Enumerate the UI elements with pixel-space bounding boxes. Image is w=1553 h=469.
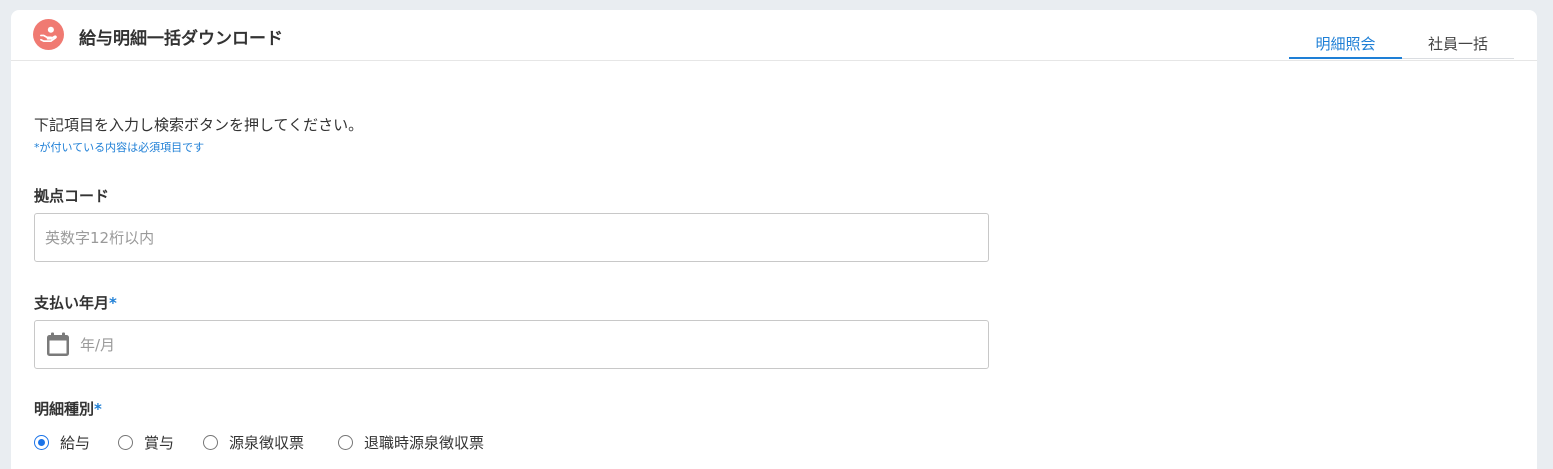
- radio-button[interactable]: [34, 434, 49, 450]
- radio-button[interactable]: [338, 434, 353, 450]
- pay-month-field[interactable]: [34, 320, 989, 369]
- required-mark: *: [94, 400, 102, 418]
- radio-button[interactable]: [203, 434, 218, 450]
- radio-withholding-slip[interactable]: 源泉徴収票: [203, 431, 304, 453]
- tab-bar: 明細照会 社員一括: [1289, 33, 1514, 59]
- base-code-label-text: 拠点コード: [34, 187, 110, 205]
- card-header: 給与明細一括ダウンロード 明細照会 社員一括: [11, 10, 1537, 61]
- statement-type-label: 明細種別*: [34, 398, 102, 419]
- radio-label: 給与: [60, 433, 91, 452]
- main-card: 給与明細一括ダウンロード 明細照会 社員一括 下記項目を入力し検索ボタンを押して…: [11, 10, 1537, 469]
- page-title: 給与明細一括ダウンロード: [79, 29, 283, 49]
- radio-salary[interactable]: 給与: [34, 431, 90, 453]
- tab-statement-inquiry[interactable]: 明細照会: [1289, 33, 1402, 59]
- radio-label: 源泉徴収票: [229, 433, 305, 452]
- required-mark: *: [109, 294, 117, 312]
- tab-bulk-employees[interactable]: 社員一括: [1402, 33, 1514, 59]
- base-code-label: 拠点コード: [34, 185, 109, 206]
- hand-coin-icon: [33, 19, 64, 50]
- radio-label: 退職時源泉徴収票: [364, 433, 485, 452]
- radio-retirement-withholding-slip[interactable]: 退職時源泉徴収票: [338, 431, 484, 453]
- instruction-text: 下記項目を入力し検索ボタンを押してください。: [34, 116, 364, 134]
- required-note: *が付いている内容は必須項目です: [34, 141, 205, 154]
- pay-month-label-text: 支払い年月: [34, 294, 110, 312]
- radio-button[interactable]: [118, 434, 133, 450]
- radio-bonus[interactable]: 賞与: [118, 431, 174, 453]
- base-code-input[interactable]: [35, 214, 988, 261]
- base-code-field[interactable]: [34, 213, 989, 262]
- pay-month-label: 支払い年月*: [34, 292, 117, 313]
- statement-type-label-text: 明細種別: [34, 400, 95, 418]
- pay-month-input[interactable]: [35, 321, 988, 368]
- radio-label: 賞与: [144, 433, 175, 452]
